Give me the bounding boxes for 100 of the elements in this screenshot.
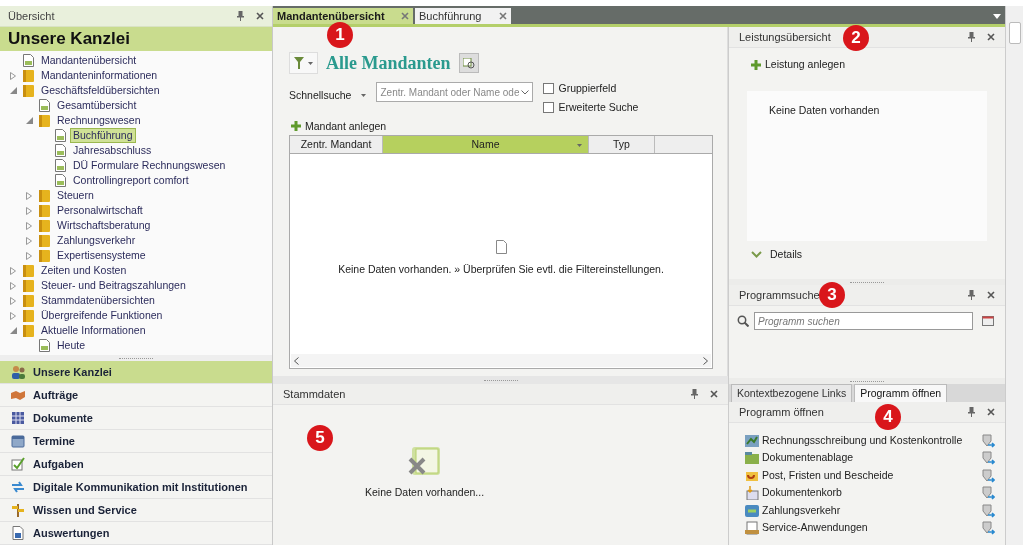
- expand-arrow-icon[interactable]: [26, 251, 32, 260]
- program-link[interactable]: Rechnungsschreibung und Kostenkontrolle: [745, 432, 981, 449]
- close-icon[interactable]: [256, 12, 264, 20]
- tree-item[interactable]: Geschäftsfeldübersichten: [38, 83, 163, 98]
- scroll-right-icon[interactable]: [703, 356, 708, 365]
- expand-arrow-icon[interactable]: [10, 281, 16, 290]
- tree-item[interactable]: Zahlungsverkehr: [54, 233, 139, 248]
- pin-icon[interactable]: [968, 290, 975, 300]
- expand-arrow-icon[interactable]: [26, 206, 32, 215]
- chevron-down-icon: [521, 89, 530, 95]
- splitter-handle[interactable]: [119, 357, 153, 359]
- pin-icon[interactable]: [691, 389, 698, 399]
- expand-arrow-icon[interactable]: [10, 266, 16, 275]
- tree-item[interactable]: Aktuelle Informationen: [38, 323, 149, 338]
- document-icon: [55, 129, 66, 142]
- column-header[interactable]: Name: [383, 136, 589, 154]
- document-icon: [55, 174, 66, 187]
- empty-state-message: Keine Daten vorhanden...: [365, 485, 485, 500]
- program-link[interactable]: Service-Anwendungen: [745, 520, 981, 537]
- launch-icon[interactable]: [981, 486, 995, 501]
- tree-item[interactable]: Controllingreport comfort: [70, 173, 192, 188]
- pin-icon[interactable]: [237, 11, 244, 21]
- launch-icon[interactable]: [981, 451, 995, 466]
- checkbox[interactable]: [543, 83, 555, 95]
- tree-item[interactable]: Wirtschaftsberatung: [54, 218, 154, 233]
- expand-arrow-icon[interactable]: [26, 236, 32, 245]
- calendar-icon: [11, 434, 25, 448]
- view-button[interactable]: [458, 53, 479, 73]
- tree-item[interactable]: Buchführung: [70, 128, 136, 143]
- grid-icon: [11, 411, 25, 425]
- expand-arrow-icon[interactable]: [26, 221, 32, 230]
- funnel-icon: [294, 57, 304, 69]
- side-tab[interactable]: [1008, 22, 1021, 44]
- program-link[interactable]: Dokumentenkorb: [745, 485, 981, 502]
- close-icon[interactable]: [987, 408, 995, 416]
- launch-icon[interactable]: [981, 503, 995, 518]
- add-client-link[interactable]: Mandant anlegen: [291, 118, 387, 135]
- tree-item[interactable]: Steuern: [54, 188, 97, 203]
- launch-icon[interactable]: [981, 468, 995, 483]
- expand-arrow-icon[interactable]: [10, 311, 16, 320]
- close-icon[interactable]: [710, 390, 718, 398]
- plus-icon[interactable]: [291, 121, 301, 132]
- expand-arrow-icon[interactable]: [10, 296, 16, 305]
- tree-item[interactable]: Personalwirtschaft: [54, 203, 146, 218]
- filter-button[interactable]: [289, 52, 318, 74]
- collapse-arrow-icon[interactable]: [10, 327, 17, 334]
- collapse-arrow-icon[interactable]: [26, 117, 33, 124]
- blank-page-icon: [495, 240, 507, 255]
- panel-title: Übersicht: [8, 8, 56, 24]
- checkbox-label: Gruppierfeld: [558, 81, 617, 96]
- program-link[interactable]: Zahlungsverkehr: [745, 502, 981, 519]
- details-toggle[interactable]: Details: [751, 246, 803, 263]
- program-link[interactable]: Dokumentenablage: [745, 450, 981, 467]
- close-icon[interactable]: [987, 33, 995, 41]
- tree-item[interactable]: Steuer- und Beitragszahlungen: [38, 278, 189, 293]
- tree-item[interactable]: Heute: [54, 338, 89, 353]
- pin-icon[interactable]: [968, 32, 975, 42]
- expand-arrow-icon[interactable]: [10, 71, 16, 80]
- launch-icon[interactable]: [981, 433, 995, 448]
- dropdown-icon[interactable]: [993, 14, 1001, 19]
- panel-tab[interactable]: Programm öffnen: [854, 384, 948, 402]
- collapse-arrow-icon[interactable]: [10, 87, 17, 94]
- tree-item[interactable]: Mandantenübersicht: [38, 53, 140, 68]
- tree-item[interactable]: Übergreifende Funktionen: [38, 308, 166, 323]
- tree-item[interactable]: Mandanteninformationen: [38, 68, 161, 83]
- plus-icon[interactable]: [751, 59, 761, 70]
- folder-icon: [39, 249, 50, 262]
- launch-icon[interactable]: [981, 521, 995, 536]
- navigation-item[interactable]: Unsere Kanzlei: [0, 361, 272, 384]
- expand-arrow-icon[interactable]: [26, 191, 32, 200]
- callout-number: 1: [327, 22, 353, 48]
- tree-item[interactable]: Zeiten und Kosten: [38, 263, 130, 278]
- document-tab[interactable]: Buchführung: [415, 8, 511, 24]
- tree-item[interactable]: Gesamtübersicht: [54, 98, 140, 113]
- scroll-left-icon[interactable]: [294, 356, 299, 365]
- splitter-handle[interactable]: [850, 281, 884, 283]
- folder-icon: [23, 309, 34, 322]
- panel-tab[interactable]: Kontextbezogene Links: [731, 384, 853, 402]
- splitter-handle[interactable]: [483, 379, 518, 381]
- close-icon[interactable]: [401, 12, 409, 20]
- caret-icon[interactable]: [361, 94, 367, 98]
- pin-icon[interactable]: [968, 407, 975, 417]
- window-icon[interactable]: [982, 316, 994, 326]
- tree-item[interactable]: Jahresabschluss: [70, 143, 155, 158]
- search-field[interactable]: Programm suchen: [754, 312, 973, 330]
- tree-item[interactable]: Rechnungswesen: [54, 113, 144, 128]
- report-icon: [11, 526, 25, 540]
- checkbox[interactable]: [543, 102, 555, 114]
- tree-item[interactable]: Stammdatenübersichten: [38, 293, 158, 308]
- splitter-handle[interactable]: [850, 380, 884, 382]
- program-link[interactable]: Post, Fristen und Bescheide: [745, 467, 981, 484]
- tree-item[interactable]: Expertisensysteme: [54, 248, 149, 263]
- tree-item[interactable]: DÜ Formulare Rechnungswesen: [70, 158, 229, 173]
- close-icon[interactable]: [499, 12, 507, 20]
- add-service-link[interactable]: Leistung anlegen: [751, 57, 845, 73]
- document-tab[interactable]: Mandantenübersicht: [273, 8, 413, 24]
- search-combobox[interactable]: Zentr. Mandant oder Name ode: [376, 82, 534, 102]
- caret-icon: [308, 61, 313, 65]
- close-icon[interactable]: [987, 291, 995, 299]
- horizontal-scrollbar[interactable]: [291, 354, 711, 368]
